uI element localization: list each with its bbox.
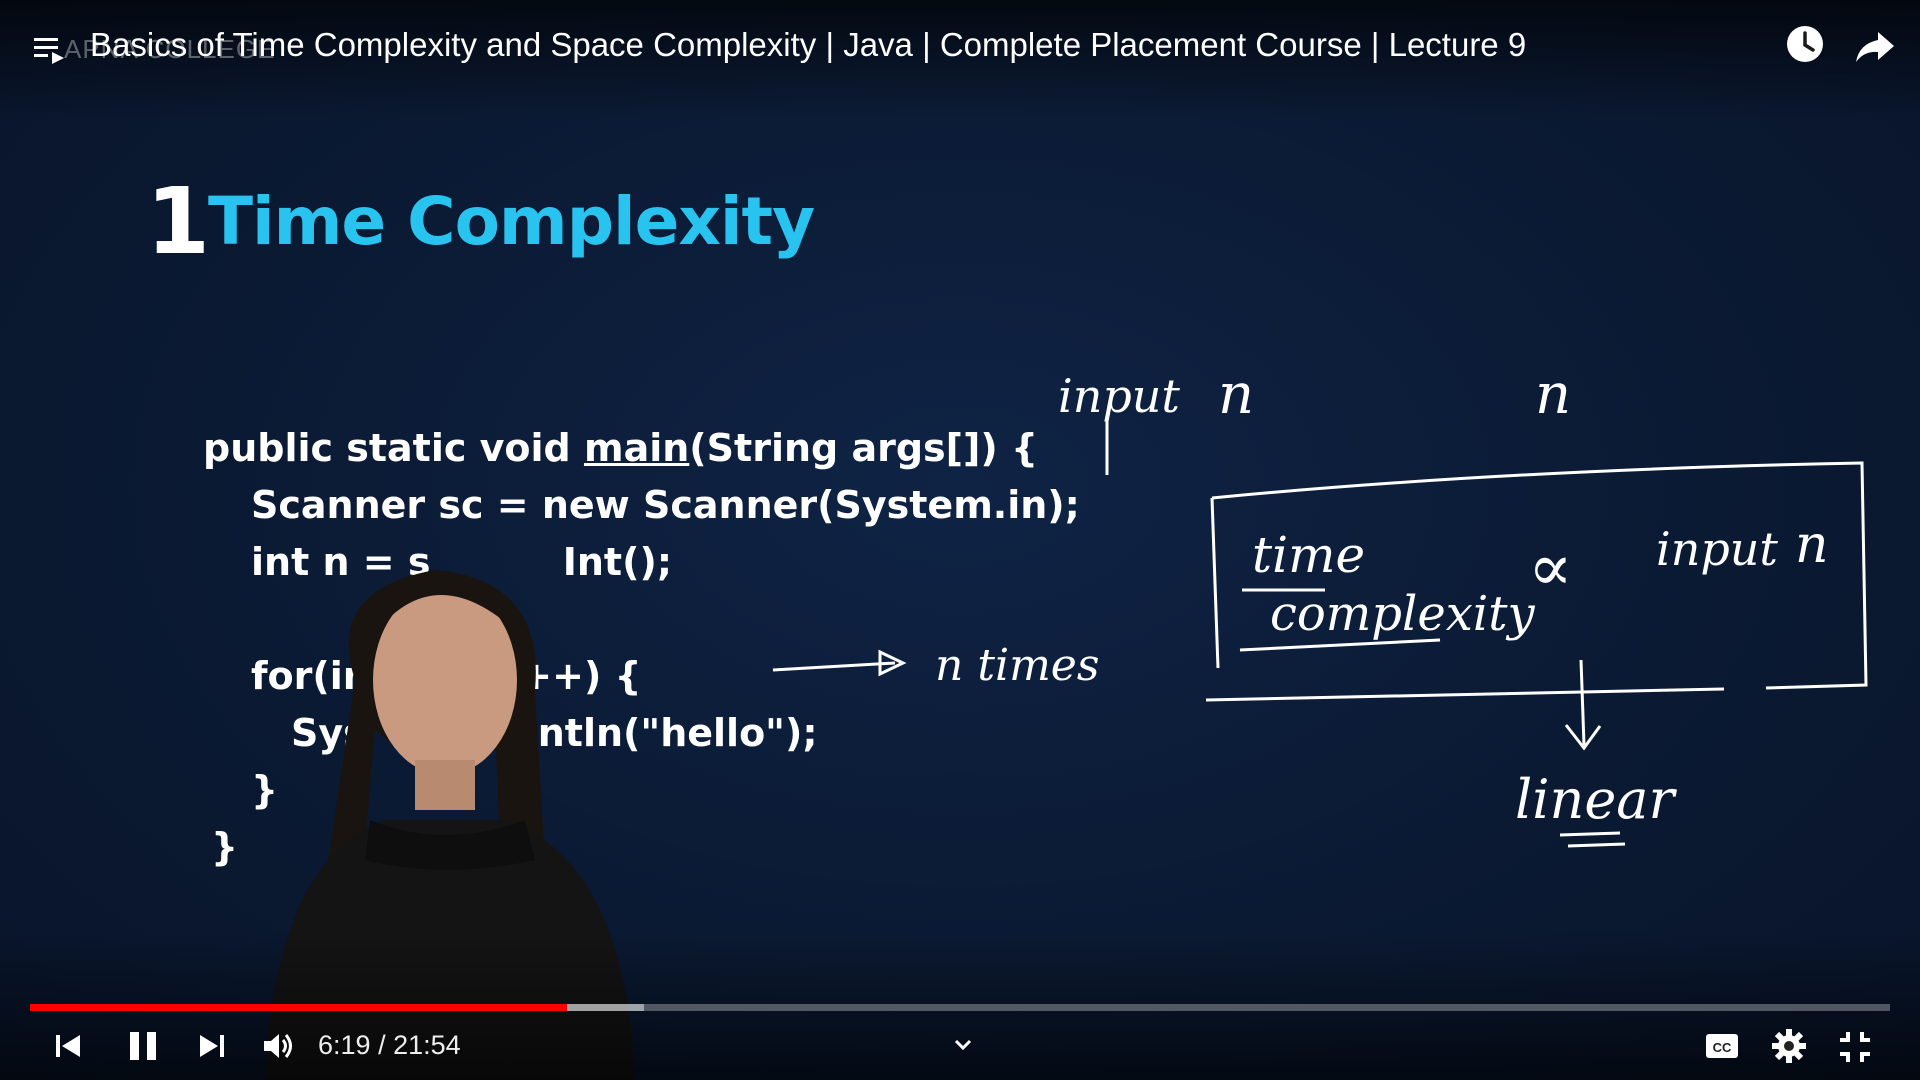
annot-time: time bbox=[1252, 526, 1365, 584]
time-separator: / bbox=[370, 1030, 394, 1060]
progress-played bbox=[30, 1004, 567, 1011]
annot-n-2: n bbox=[1535, 362, 1571, 427]
current-time: 6:19 bbox=[318, 1030, 371, 1060]
chevron-down-icon[interactable] bbox=[948, 1030, 978, 1060]
gear-icon[interactable] bbox=[1770, 1027, 1808, 1065]
video-frame[interactable]: 1 Time Complexity public static void mai… bbox=[0, 0, 1920, 1080]
annot-input: input bbox=[1058, 369, 1180, 423]
code-line-1: public static void main(String args[]) { bbox=[203, 420, 1080, 477]
next-icon[interactable] bbox=[196, 1030, 228, 1062]
slide-number: 1 bbox=[146, 168, 211, 275]
svg-text:CC: CC bbox=[1713, 1040, 1732, 1055]
annot-box-input: input bbox=[1656, 522, 1778, 576]
code-line-2: Scanner sc = new Scanner(System.in); bbox=[251, 483, 1080, 527]
code-text: public static void bbox=[203, 426, 584, 470]
slide-title: Time Complexity bbox=[208, 183, 815, 260]
playlist-icon[interactable] bbox=[30, 30, 70, 70]
code-text-main: main bbox=[583, 426, 690, 470]
annot-box-n: n bbox=[1795, 515, 1829, 575]
volume-icon[interactable] bbox=[260, 1028, 296, 1064]
pause-icon[interactable] bbox=[125, 1028, 161, 1064]
annot-complexity: complexity bbox=[1270, 586, 1535, 642]
time-display: 6:19 / 21:54 bbox=[318, 1030, 461, 1061]
previous-icon[interactable] bbox=[52, 1030, 84, 1062]
annot-n-1: n bbox=[1218, 362, 1254, 427]
code-text: (String args[]) { bbox=[689, 426, 1039, 470]
duration: 21:54 bbox=[393, 1030, 461, 1060]
progress-bar[interactable] bbox=[30, 1004, 1890, 1011]
share-icon[interactable] bbox=[1852, 24, 1896, 68]
clock-icon[interactable] bbox=[1783, 22, 1827, 66]
exit-fullscreen-icon[interactable] bbox=[1838, 1030, 1872, 1064]
video-title[interactable]: Basics of Time Complexity and Space Comp… bbox=[90, 26, 1526, 64]
annot-proportional: ∝ bbox=[1528, 529, 1573, 606]
annot-linear: linear bbox=[1515, 768, 1677, 831]
cc-icon[interactable]: CC bbox=[1704, 1030, 1740, 1062]
